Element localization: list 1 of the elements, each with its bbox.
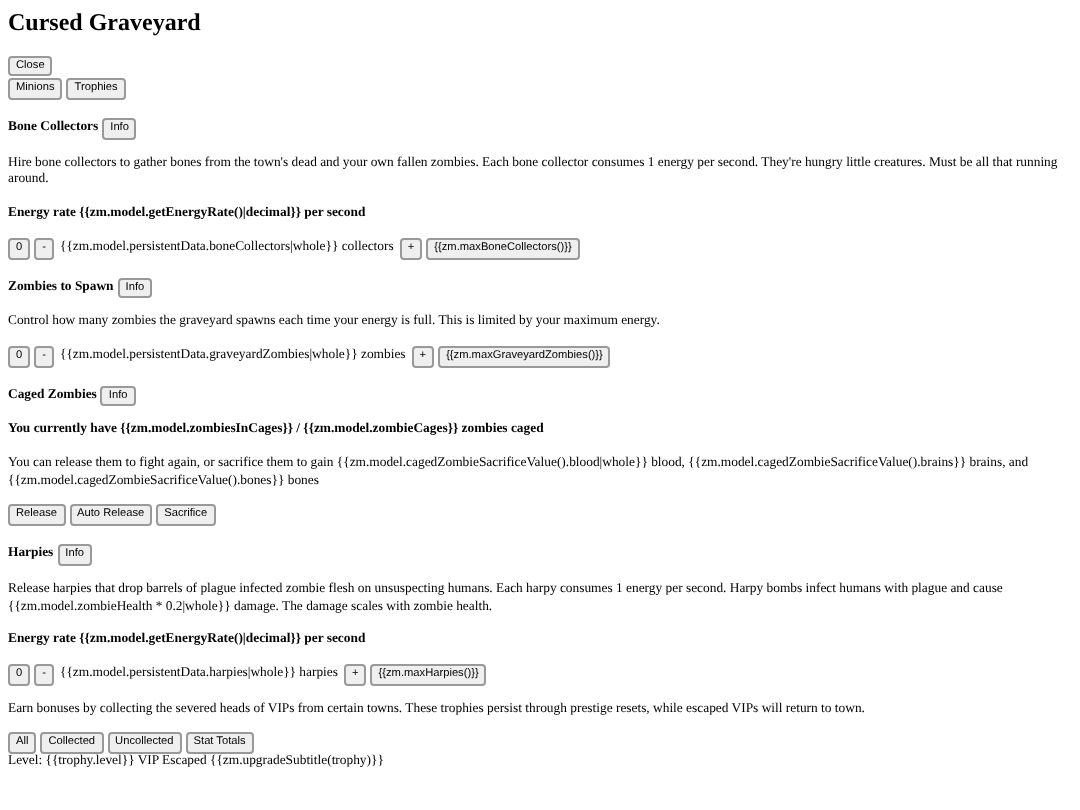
- page-title: Cursed Graveyard: [8, 8, 203, 40]
